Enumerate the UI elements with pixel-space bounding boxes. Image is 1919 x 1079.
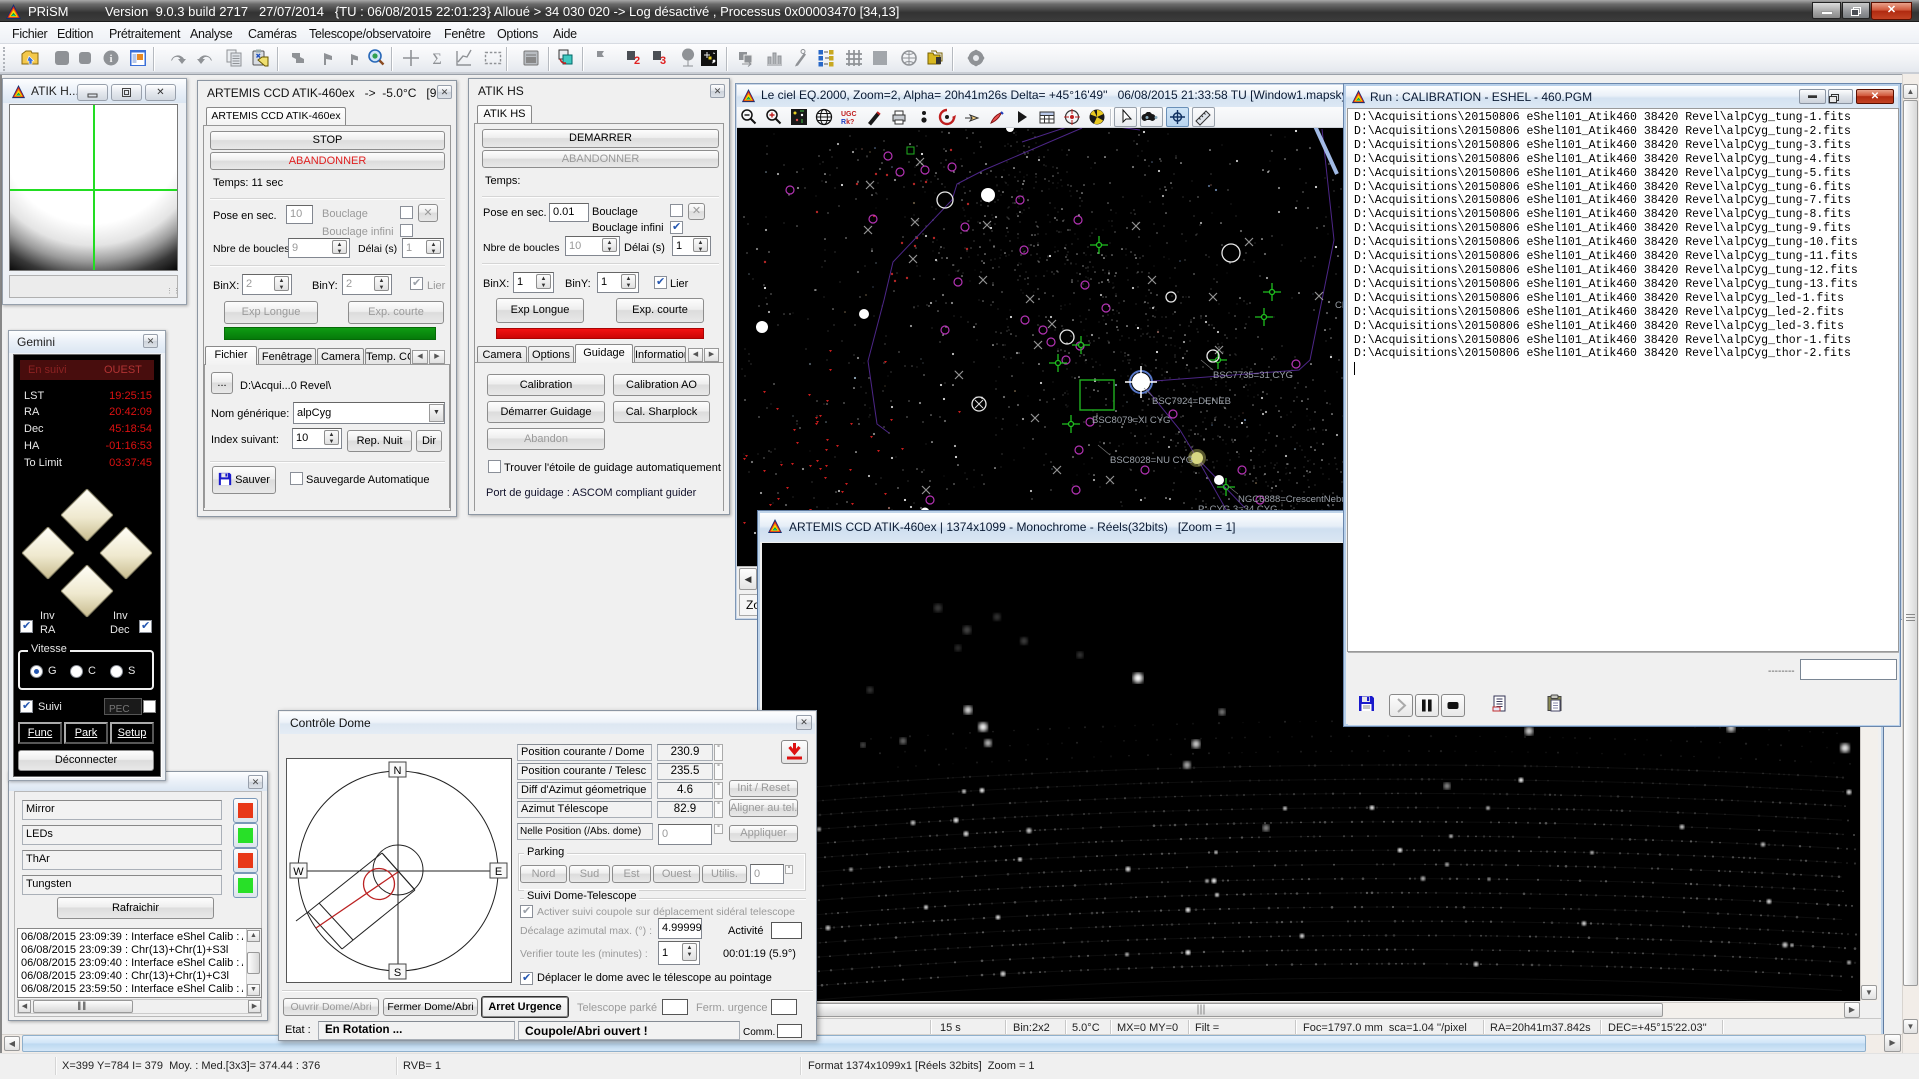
svg-text:BSC7735=31 CYG: BSC7735=31 CYG — [1213, 370, 1293, 381]
svg-text:S: S — [394, 967, 401, 979]
svg-text:E: E — [495, 866, 502, 878]
svg-text:UGC: UGC — [841, 111, 857, 118]
svg-text:Σ: Σ — [432, 51, 441, 68]
svg-text:Rk?: Rk? — [841, 119, 854, 126]
svg-text:3: 3 — [660, 55, 666, 67]
svg-text:BSC8079=XI CYG: BSC8079=XI CYG — [1092, 415, 1170, 426]
svg-text:N: N — [394, 765, 402, 777]
svg-text:W: W — [293, 866, 304, 878]
svg-text:BSC7924=DENEB: BSC7924=DENEB — [1152, 396, 1231, 407]
svg-text:2: 2 — [634, 55, 640, 67]
svg-text:BSC8028=NU CYG: BSC8028=NU CYG — [1110, 455, 1193, 466]
svg-text:i: i — [109, 53, 112, 65]
